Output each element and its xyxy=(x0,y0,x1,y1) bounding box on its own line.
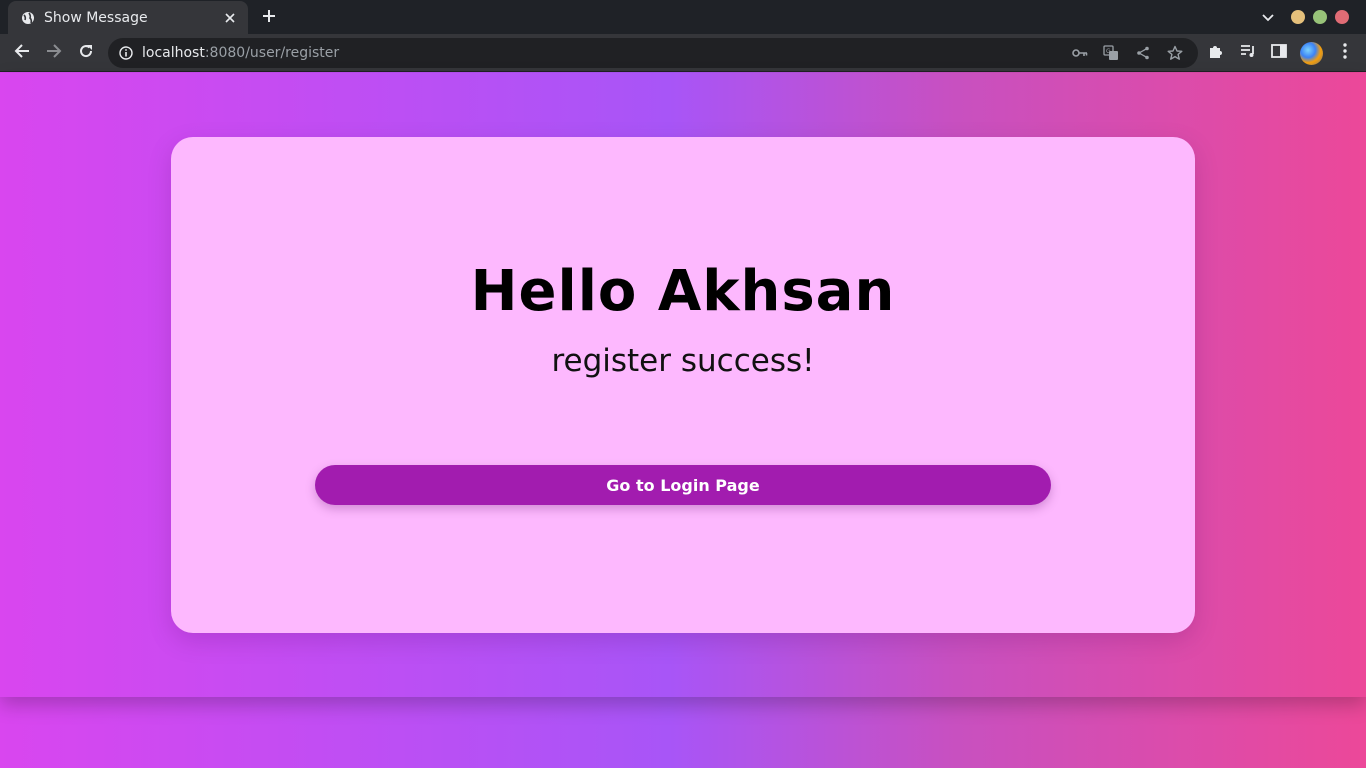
address-bar[interactable]: localhost:8080/user/register G xyxy=(108,38,1198,68)
globe-icon xyxy=(20,10,36,26)
minimize-button[interactable] xyxy=(1291,10,1305,24)
svg-text:G: G xyxy=(1106,48,1111,55)
message-card: Hello Akhsan register success! Go to Log… xyxy=(171,137,1195,633)
greeting-heading: Hello Akhsan xyxy=(470,259,896,324)
close-icon[interactable] xyxy=(222,10,238,26)
new-tab-button[interactable] xyxy=(258,7,280,29)
tab-title: Show Message xyxy=(44,9,148,26)
url-host: localhost xyxy=(142,45,205,61)
plus-icon xyxy=(262,9,276,28)
more-vertical-icon xyxy=(1343,42,1347,64)
go-to-login-button[interactable]: Go to Login Page xyxy=(315,465,1051,505)
extensions-button[interactable] xyxy=(1204,41,1228,65)
browser-menu-button[interactable] xyxy=(1333,41,1357,65)
reload-button[interactable] xyxy=(74,41,98,65)
key-icon[interactable] xyxy=(1071,44,1089,62)
tab-strip: Show Message xyxy=(0,0,1366,34)
tab-search-button[interactable] xyxy=(1259,9,1277,27)
profile-avatar[interactable] xyxy=(1300,42,1323,65)
browser-toolbar: localhost:8080/user/register G xyxy=(0,34,1366,72)
window-close-button[interactable] xyxy=(1335,10,1349,24)
reading-list-icon xyxy=(1240,44,1256,63)
back-button[interactable] xyxy=(10,41,34,65)
browser-tab[interactable]: Show Message xyxy=(8,1,248,34)
puzzle-icon xyxy=(1208,43,1224,64)
url-text[interactable]: localhost:8080/user/register xyxy=(142,45,339,61)
share-icon[interactable] xyxy=(1134,44,1152,62)
chevron-down-icon xyxy=(1262,9,1274,27)
url-path: :8080/user/register xyxy=(204,45,340,61)
success-message: register success! xyxy=(551,343,815,379)
maximize-button[interactable] xyxy=(1313,10,1327,24)
side-panel-icon xyxy=(1271,43,1287,63)
side-panel-button[interactable] xyxy=(1267,41,1291,65)
info-icon[interactable] xyxy=(118,45,134,61)
reload-icon xyxy=(78,43,94,64)
page-viewport: Hello Akhsan register success! Go to Log… xyxy=(0,73,1366,697)
translate-icon[interactable]: G xyxy=(1102,44,1120,62)
arrow-left-icon xyxy=(14,43,30,64)
star-icon[interactable] xyxy=(1166,44,1184,62)
forward-button[interactable] xyxy=(42,41,66,65)
arrow-right-icon xyxy=(46,43,62,64)
reading-list-button[interactable] xyxy=(1236,41,1260,65)
